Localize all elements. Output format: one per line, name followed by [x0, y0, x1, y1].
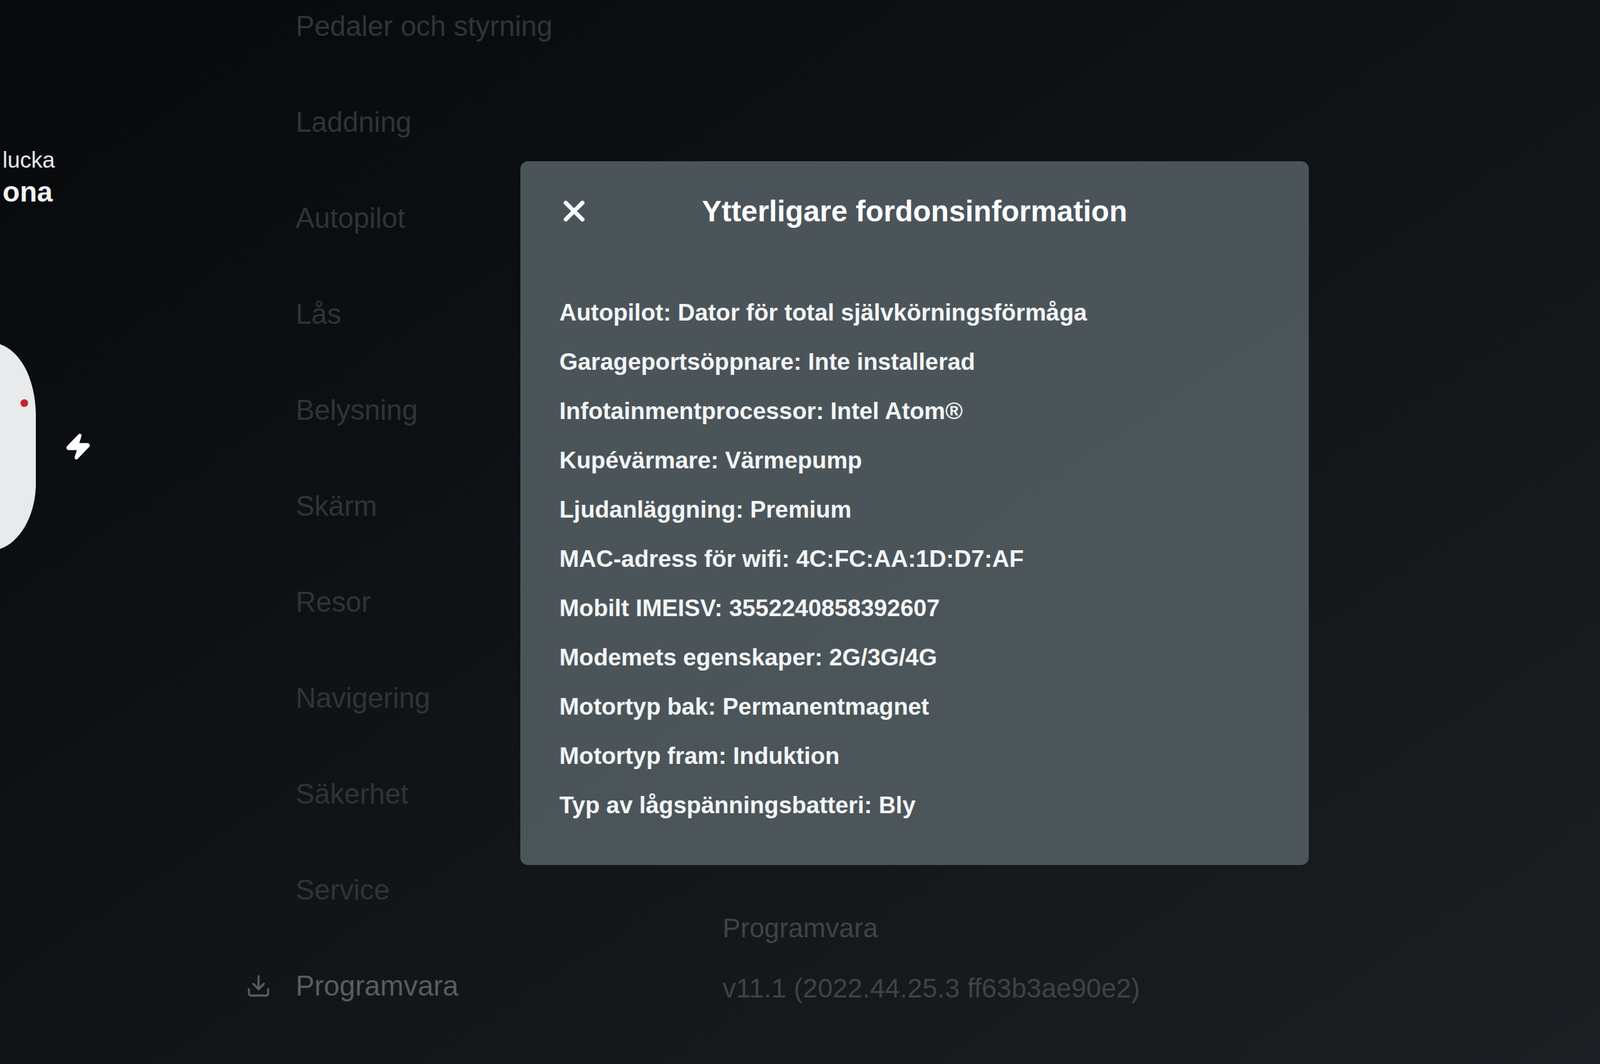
sidebar-item[interactable]: Service [153, 842, 512, 939]
charging-bolt-icon [64, 432, 93, 461]
info-row: Infotainmentprocessor: Intel Atom® [559, 386, 1290, 436]
software-version: v11.1 (2022.44.25.3 ff63b3ae90e2) [722, 972, 1600, 1006]
sidebar-item[interactable]: Lås [153, 266, 512, 363]
sidebar-item[interactable]: Pedaler och styrning [153, 0, 512, 75]
sidebar-item[interactable]: Laddning [153, 74, 512, 171]
info-row: Modemets egenskaper: 2G/3G/4G [559, 632, 1290, 683]
sidebar-item[interactable]: Skärm [153, 458, 512, 555]
sidebar-item[interactable]: Säkerhet [153, 746, 512, 843]
vehicle-screen: luckaonaPedaler och styrningLaddningAuto… [0, 0, 1600, 1064]
close-icon [557, 194, 591, 228]
info-row: MAC-adress för wifi: 4C:FC:AA:1D:D7:AF [559, 534, 1290, 584]
download-icon [245, 973, 272, 1000]
sidebar: Pedaler och styrningLaddningAutopilotLås… [153, 0, 512, 1064]
charge-port-label[interactable]: lucka [2, 145, 154, 175]
dialog-header: Ytterligare fordonsinformation [520, 161, 1309, 262]
charge-port-action[interactable]: ona [2, 174, 154, 210]
sidebar-item[interactable]: Autopilot [153, 170, 512, 267]
info-list: Autopilot: Dator för total självkörnings… [520, 261, 1309, 831]
car-view [2, 337, 154, 556]
info-row: Kupévärmare: Värmepump [559, 435, 1290, 486]
info-row: Mobilt IMEISV: 3552240858392607 [559, 583, 1290, 633]
info-row: Ljudanläggning: Premium [559, 485, 1290, 535]
info-row: Autopilot: Dator för total självkörnings… [559, 288, 1290, 338]
sidebar-item[interactable]: Programvara [153, 938, 512, 1035]
car-panel: luckaona [0, 0, 154, 1064]
info-row: Typ av lågspänningsbatteri: Bly [559, 780, 1290, 831]
vehicle-info-dialog: Ytterligare fordonsinformation Autopilot:… [520, 161, 1309, 866]
dialog-title: Ytterligare fordonsinformation [702, 193, 1128, 230]
sidebar-item[interactable]: Belysning [153, 362, 512, 459]
sidebar-item[interactable]: Resor [153, 554, 512, 651]
software-heading: Programvara [722, 912, 1600, 946]
info-row: Motortyp bak: Permanentmagnet [559, 682, 1290, 732]
info-row: Motortyp fram: Induktion [559, 731, 1290, 781]
info-row: Garageportsöppnare: Inte installerad [559, 337, 1290, 387]
car-icon [0, 337, 39, 556]
sidebar-item[interactable]: Navigering [153, 650, 512, 747]
close-button[interactable] [557, 194, 591, 228]
